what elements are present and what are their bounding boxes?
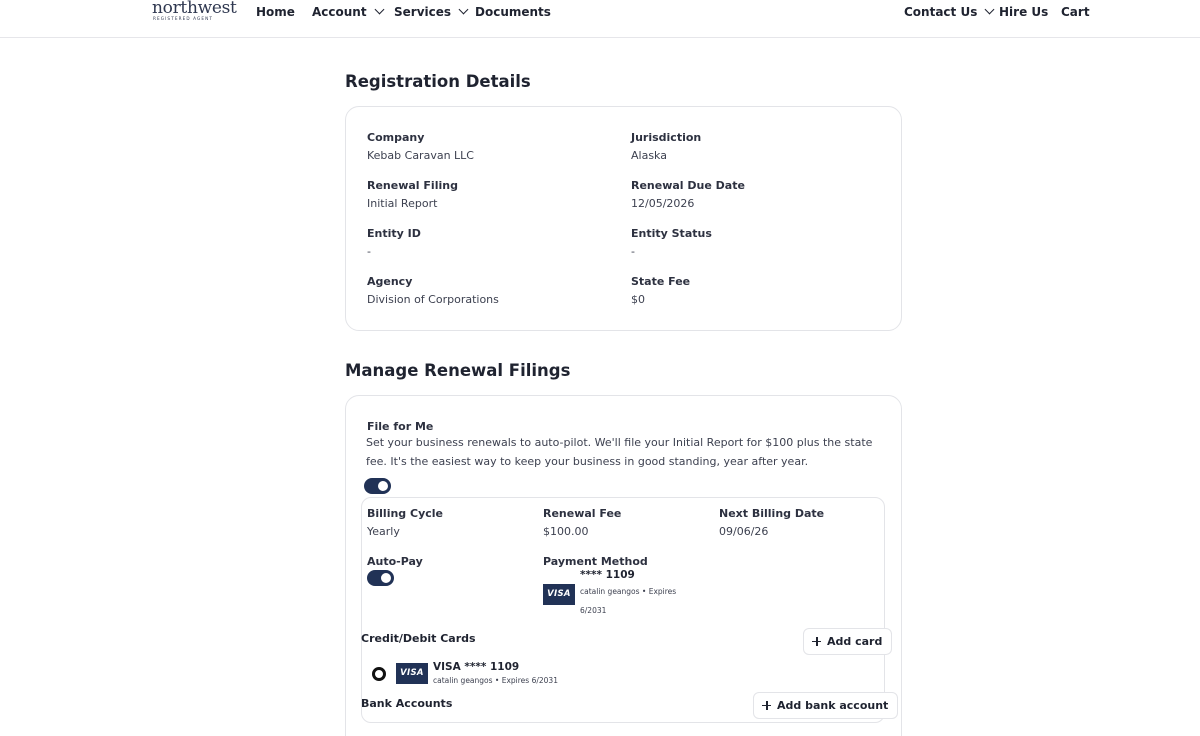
add-card-label: Add card <box>827 635 883 648</box>
plus-icon <box>812 637 821 646</box>
credit-debit-cards-heading: Credit/Debit Cards <box>361 632 476 645</box>
renewal-due-date-label: Renewal Due Date <box>631 179 745 192</box>
nav-account-label: Account <box>312 5 367 19</box>
visa-card-icon: VISA <box>396 663 428 684</box>
jurisdiction-value: Alaska <box>631 149 667 162</box>
chevron-down-icon <box>374 4 385 15</box>
jurisdiction-label: Jurisdiction <box>631 131 702 144</box>
nav-home-link[interactable]: Home <box>256 5 295 19</box>
add-card-button[interactable]: Add card <box>803 628 893 655</box>
renewal-due-date-value: 12/05/2026 <box>631 197 695 210</box>
add-bank-account-button[interactable]: Add bank account <box>753 692 899 719</box>
saved-card-title: VISA **** 1109 <box>433 661 520 673</box>
entity-id-label: Entity ID <box>367 227 421 240</box>
plus-icon <box>762 701 771 710</box>
next-billing-date-value: 09/06/26 <box>719 525 769 538</box>
renewal-filing-value: Initial Report <box>367 197 438 210</box>
payment-card-holder-expiry: catalin geangos • Expires <box>580 587 677 596</box>
entity-status-label: Entity Status <box>631 227 712 240</box>
auto-pay-label: Auto-Pay <box>367 555 423 568</box>
renewal-fee-label: Renewal Fee <box>543 507 622 520</box>
nav-account-dropdown[interactable]: Account <box>312 4 385 19</box>
nav-hire-us-link[interactable]: Hire Us <box>999 5 1048 19</box>
billing-details-card <box>361 497 885 723</box>
state-fee-value: $0 <box>631 293 645 306</box>
agency-label: Agency <box>367 275 413 288</box>
payment-card-masked-number: **** 1109 <box>580 569 635 581</box>
visa-card-icon: VISA <box>543 584 575 605</box>
logo-subtext: REGISTERED AGENT <box>153 16 213 21</box>
company-label: Company <box>367 131 425 144</box>
manage-renewal-filings-title: Manage Renewal Filings <box>345 361 571 380</box>
nav-documents-link[interactable]: Documents <box>475 5 551 19</box>
file-for-me-label: File for Me <box>367 420 434 433</box>
nav-cart-link[interactable]: Cart <box>1061 5 1090 19</box>
company-value: Kebab Caravan LLC <box>367 149 474 162</box>
renewal-fee-value: $100.00 <box>543 525 589 538</box>
top-navigation-bar: northwest REGISTERED AGENT Home Account … <box>0 0 1200 38</box>
file-for-me-description: Set your business renewals to auto-pilot… <box>366 436 873 468</box>
nav-documents-label: Documents <box>475 5 551 19</box>
bank-accounts-heading: Bank Accounts <box>361 697 453 710</box>
renewal-filing-label: Renewal Filing <box>367 179 458 192</box>
chevron-down-icon <box>984 4 995 15</box>
nav-services-label: Services <box>394 5 452 19</box>
entity-id-value: - <box>367 245 371 258</box>
nav-services-dropdown[interactable]: Services <box>394 4 469 19</box>
payment-method-label: Payment Method <box>543 555 648 568</box>
registration-details-title: Registration Details <box>345 72 531 91</box>
chevron-down-icon <box>458 4 469 15</box>
nav-contact-dropdown[interactable]: Contact Us <box>904 4 995 19</box>
nav-cart-label: Cart <box>1061 5 1090 19</box>
auto-pay-toggle[interactable] <box>367 570 394 586</box>
file-for-me-toggle[interactable] <box>364 478 391 494</box>
nav-contact-label: Contact Us <box>904 5 978 19</box>
billing-cycle-label: Billing Cycle <box>367 507 443 520</box>
billing-cycle-value: Yearly <box>367 525 400 538</box>
toggle-knob <box>381 573 391 583</box>
nav-home-label: Home <box>256 5 295 19</box>
add-bank-account-label: Add bank account <box>777 699 889 712</box>
saved-card-detail: catalin geangos • Expires 6/2031 <box>433 676 558 685</box>
nav-hire-us-label: Hire Us <box>999 5 1049 19</box>
card-select-radio[interactable] <box>372 667 386 681</box>
toggle-knob <box>378 481 388 491</box>
entity-status-value: - <box>631 245 635 258</box>
payment-card-expiry-date: 6/2031 <box>580 606 607 615</box>
next-billing-date-label: Next Billing Date <box>719 507 825 520</box>
state-fee-label: State Fee <box>631 275 691 288</box>
agency-value: Division of Corporations <box>367 293 499 306</box>
northwest-logo[interactable]: northwest REGISTERED AGENT <box>152 0 238 22</box>
